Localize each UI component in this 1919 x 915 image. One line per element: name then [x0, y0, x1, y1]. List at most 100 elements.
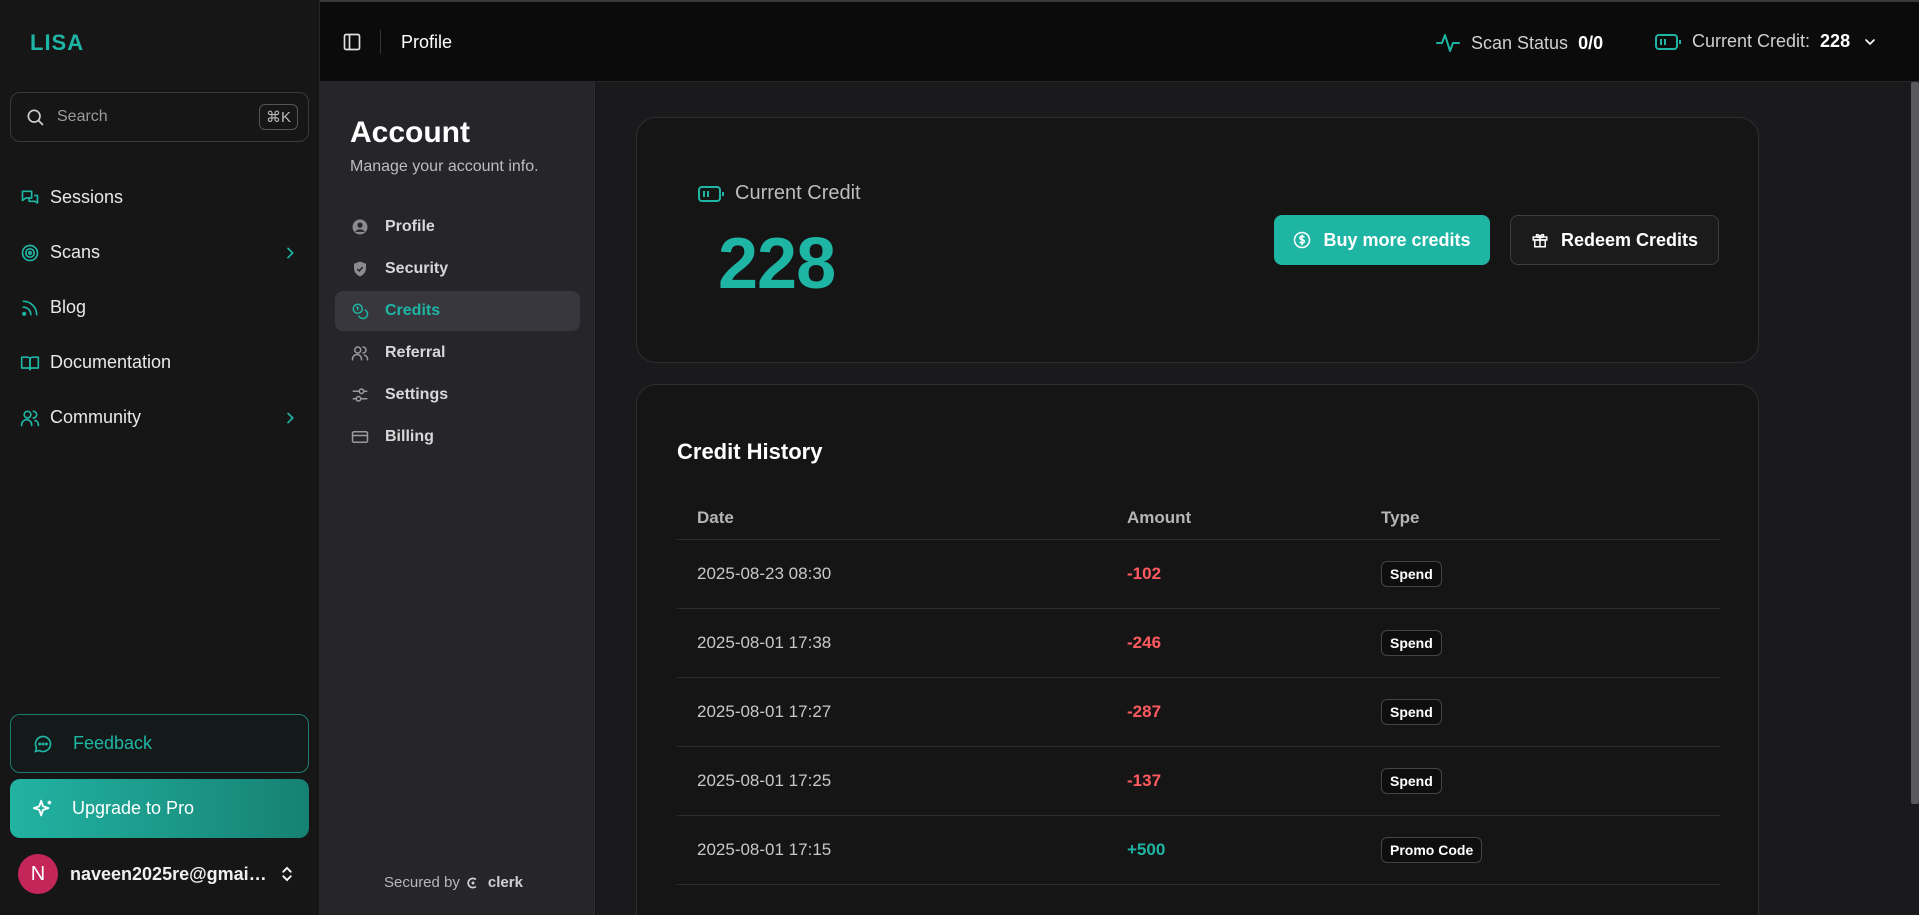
- search-placeholder: Search: [57, 108, 108, 125]
- account-item-label: Referral: [385, 344, 446, 361]
- user-email: naveen2025re@gmail....: [70, 863, 270, 884]
- current-credit-card: Current Credit 228 Buy more credits Rede…: [636, 117, 1759, 363]
- scrollbar-track[interactable]: [1909, 82, 1919, 915]
- row-date: 2025-08-23 08:30: [697, 564, 832, 583]
- nav-item-sessions[interactable]: Sessions: [12, 170, 308, 225]
- row-amount: -287: [1127, 702, 1162, 721]
- users-icon: [351, 346, 369, 361]
- account-nav: Profile Security Credits Referral Settin…: [335, 207, 580, 459]
- main-content: Current Credit 228 Buy more credits Rede…: [596, 82, 1919, 915]
- nav-item-community[interactable]: Community: [12, 390, 308, 445]
- account-item-settings[interactable]: Settings: [335, 375, 580, 415]
- upgrade-label: Upgrade to Pro: [72, 798, 195, 818]
- user-menu[interactable]: N naveen2025re@gmail....: [18, 854, 308, 894]
- app-sidebar: LISA Search ⌘K Sessions Scans Blog Docum…: [0, 0, 320, 915]
- battery-icon: [1655, 33, 1681, 50]
- credit-dropdown[interactable]: Current Credit: 228: [1654, 31, 1878, 52]
- row-date: 2025-08-01 17:27: [697, 702, 832, 721]
- chevron-right-icon[interactable]: [282, 410, 298, 426]
- page-title: Profile: [401, 32, 453, 52]
- user-circle-icon: [352, 219, 368, 235]
- table-row: 2025-08-01 17:27 -287 Spend: [677, 678, 1720, 747]
- table-row: 2025-08-01 17:25 -137 Spend: [677, 747, 1720, 816]
- secured-by[interactable]: Secured by clerk: [384, 874, 523, 891]
- table-row: 2025-08-01 17:15 +500 Promo Code: [677, 816, 1720, 885]
- redeem-credits-button[interactable]: Redeem Credits: [1510, 215, 1719, 265]
- account-item-label: Credits: [385, 302, 441, 319]
- search-input[interactable]: Search ⌘K: [10, 92, 309, 142]
- current-credit-label: Current Credit: [735, 182, 861, 204]
- target-icon: [21, 244, 39, 261]
- sparkles-icon: [32, 799, 52, 816]
- sliders-icon: [352, 388, 368, 402]
- nav-label: Blog: [50, 297, 87, 317]
- row-amount: -102: [1127, 564, 1162, 583]
- scan-status-value: 0/0: [1578, 32, 1604, 53]
- battery-icon: [698, 185, 724, 202]
- account-item-referral[interactable]: Referral: [335, 333, 580, 373]
- activity-icon: [1436, 34, 1460, 52]
- account-item-billing[interactable]: Billing: [335, 417, 580, 457]
- table-header: Date Amount Type: [677, 497, 1720, 540]
- credit-card-icon: [351, 431, 369, 443]
- account-item-label: Security: [385, 260, 449, 277]
- credit-label: Current Credit:: [1692, 31, 1811, 51]
- nav-item-scans[interactable]: Scans: [12, 225, 308, 280]
- row-date: 2025-08-01 17:38: [697, 633, 832, 652]
- type-badge: Spend: [1381, 768, 1442, 794]
- search-shortcut: ⌘K: [258, 104, 298, 130]
- clerk-brand: clerk: [487, 874, 523, 891]
- account-item-credits[interactable]: Credits: [335, 291, 580, 331]
- dollar-circle-icon: [1294, 231, 1311, 249]
- chevrons-up-down-icon: [282, 866, 292, 882]
- brand-logo[interactable]: LISA: [30, 30, 84, 56]
- nav-item-blog[interactable]: Blog: [12, 280, 308, 335]
- account-item-profile[interactable]: Profile: [335, 207, 580, 247]
- account-item-label: Profile: [385, 218, 435, 235]
- column-header-type: Type: [1381, 508, 1420, 527]
- row-date: 2025-08-01 17:25: [697, 771, 832, 790]
- table-row: 2025-08-01 17:38 -246 Spend: [677, 609, 1720, 678]
- header-divider: [380, 30, 381, 54]
- avatar: N: [18, 854, 58, 894]
- upgrade-button[interactable]: Upgrade to Pro: [10, 779, 309, 838]
- row-amount: +500: [1127, 840, 1166, 859]
- chevron-right-icon[interactable]: [282, 245, 298, 261]
- clerk-logo-icon: [467, 876, 477, 889]
- row-date: 2025-08-01 17:15: [697, 840, 832, 859]
- sidebar-toggle-icon[interactable]: [342, 32, 362, 52]
- credit-history-table: Date Amount Type 2025-08-23 08:30 -102 S…: [677, 497, 1720, 885]
- feedback-button[interactable]: Feedback: [10, 714, 309, 773]
- chat-icon: [21, 190, 39, 204]
- message-circle-icon: [34, 735, 52, 753]
- gift-icon: [1532, 233, 1548, 248]
- row-amount: -137: [1127, 771, 1162, 790]
- current-credit-value: 228: [718, 224, 836, 304]
- nav-label: Community: [50, 407, 142, 427]
- buy-credits-button[interactable]: Buy more credits: [1274, 215, 1490, 265]
- coins-icon: [352, 303, 369, 320]
- nav-label: Sessions: [50, 187, 124, 207]
- scan-status[interactable]: Scan Status 0/0: [1435, 31, 1603, 55]
- scrollbar-thumb[interactable]: [1911, 82, 1919, 804]
- account-item-security[interactable]: Security: [335, 249, 580, 289]
- nav-label: Documentation: [50, 352, 172, 372]
- top-header: Profile Scan Status 0/0 Current Credit: …: [320, 0, 1919, 82]
- column-header-date: Date: [697, 508, 734, 527]
- account-item-label: Billing: [385, 428, 434, 445]
- type-badge: Spend: [1381, 561, 1442, 587]
- redeem-credits-label: Redeem Credits: [1560, 229, 1699, 250]
- rss-icon: [22, 300, 38, 316]
- shield-icon: [354, 261, 366, 277]
- secured-label: Secured by: [384, 874, 460, 891]
- credit-value: 228: [1820, 31, 1851, 51]
- main-nav: Sessions Scans Blog Documentation Commun…: [12, 170, 308, 445]
- feedback-label: Feedback: [73, 733, 153, 753]
- table-row: 2025-08-23 08:30 -102 Spend: [677, 540, 1720, 609]
- account-item-label: Settings: [385, 386, 449, 403]
- nav-item-documentation[interactable]: Documentation: [12, 335, 308, 390]
- search-icon: [27, 109, 44, 126]
- credit-history-title: Credit History: [677, 439, 823, 464]
- users-icon: [20, 410, 40, 426]
- current-credit-heading: Current Credit: [697, 182, 861, 205]
